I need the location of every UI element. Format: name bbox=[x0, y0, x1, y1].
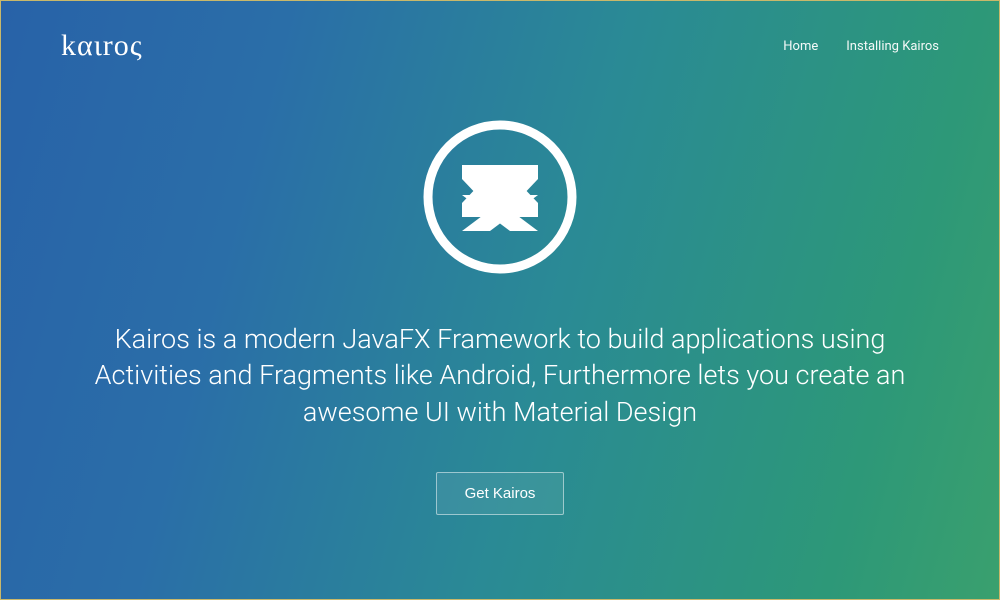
landing-page: kαιroς Home Installing Kairos Kairos is … bbox=[0, 0, 1000, 600]
hero-section: Kairos is a modern JavaFX Framework to b… bbox=[1, 63, 999, 599]
nav-home[interactable]: Home bbox=[783, 39, 818, 54]
nav-installing[interactable]: Installing Kairos bbox=[846, 39, 939, 54]
brand-logo[interactable]: kαιroς bbox=[61, 29, 143, 63]
hero-logo-icon bbox=[420, 117, 580, 281]
hero-tagline: Kairos is a modern JavaFX Framework to b… bbox=[90, 321, 910, 430]
top-nav: Home Installing Kairos bbox=[783, 39, 939, 54]
get-kairos-button[interactable]: Get Kairos bbox=[436, 472, 565, 515]
header: kαιroς Home Installing Kairos bbox=[1, 1, 999, 63]
